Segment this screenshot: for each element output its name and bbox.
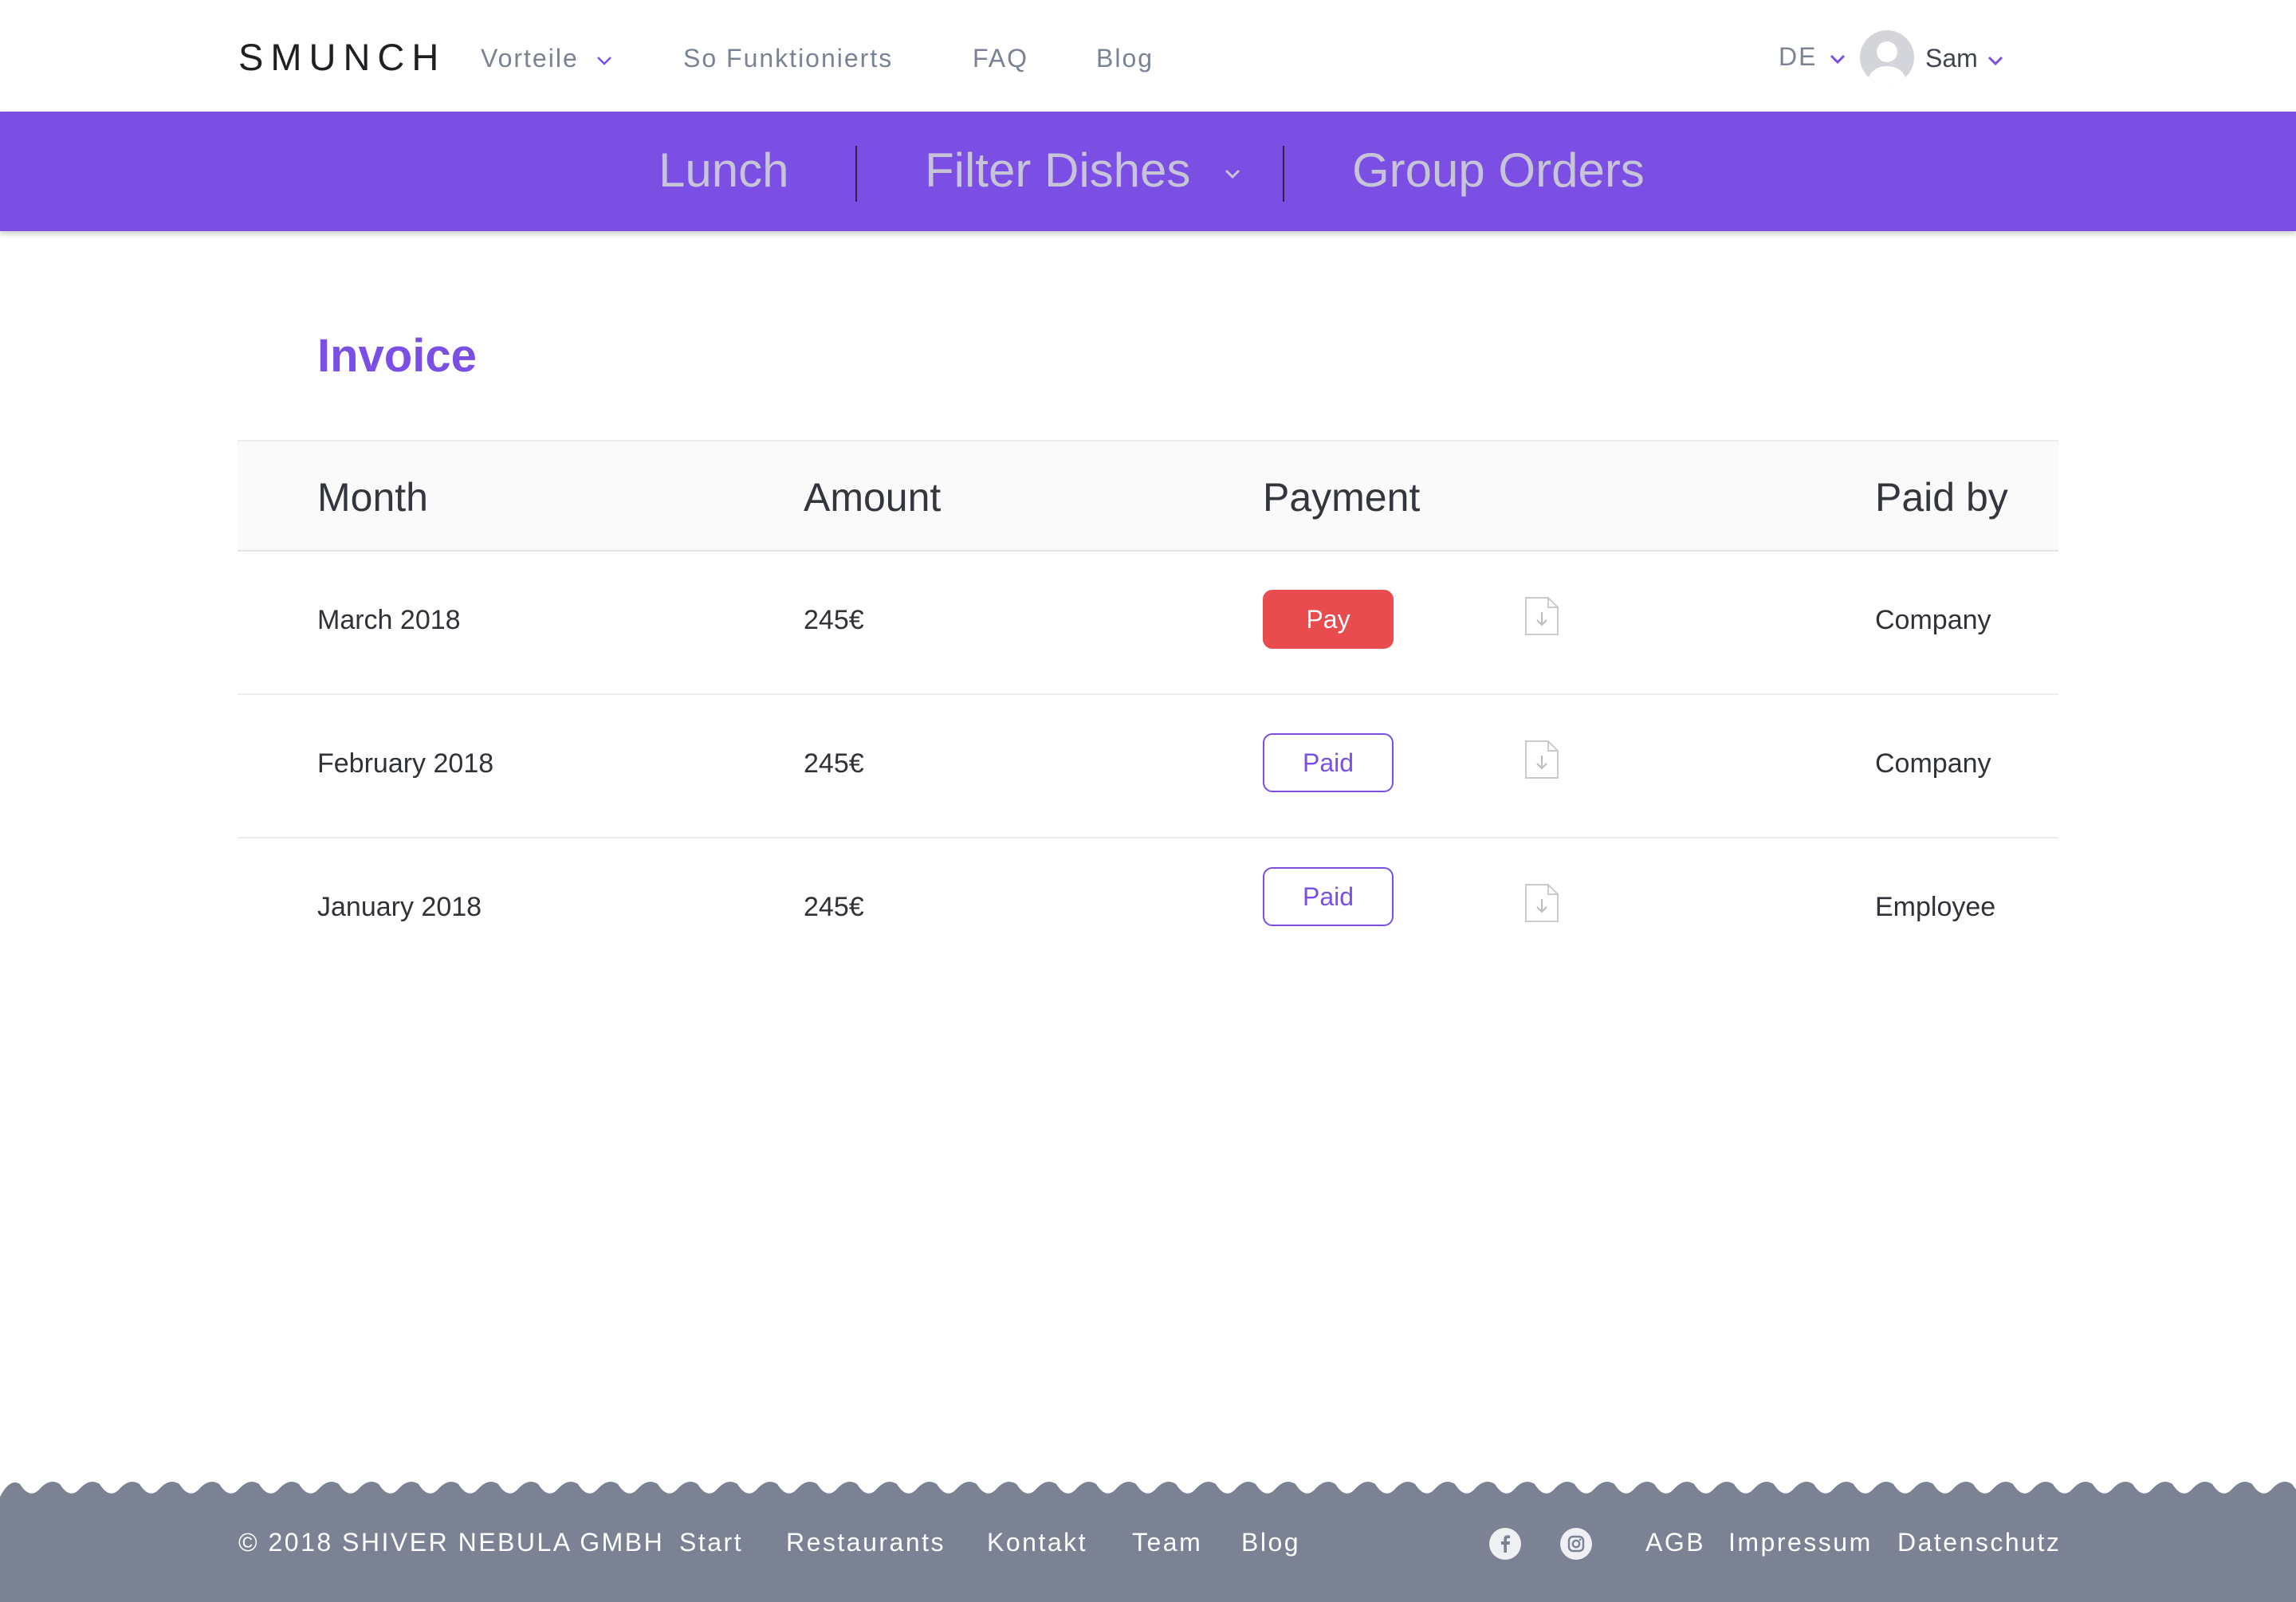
cell-month: January 2018: [317, 892, 482, 922]
footer-link-datenschutz[interactable]: Datenschutz: [1897, 1525, 2061, 1559]
user-silhouette-icon: [1860, 30, 1914, 84]
nav-blog[interactable]: Blog: [1096, 41, 1154, 75]
subnav-lunch[interactable]: Lunch: [659, 142, 788, 199]
footer-link-team[interactable]: Team: [1132, 1525, 1202, 1559]
language-selector[interactable]: DE: [1779, 40, 1846, 73]
invoice-table: Month Amount Payment Paid by March 2018 …: [238, 440, 2058, 982]
paid-button[interactable]: Paid: [1263, 733, 1394, 792]
cell-paid-by: Company: [1875, 605, 1991, 635]
user-avatar[interactable]: [1860, 30, 1914, 84]
paid-button[interactable]: Paid: [1263, 867, 1394, 926]
chevron-down-icon: [1987, 56, 2003, 65]
chevron-down-icon: [1225, 170, 1240, 179]
table-header: Month Amount Payment Paid by: [238, 440, 2058, 552]
column-header-paid-by: Paid by: [1875, 475, 2008, 520]
nav-so-funktionierts[interactable]: So Funktionierts: [683, 41, 893, 75]
cell-paid-by: Company: [1875, 748, 1991, 779]
language-label: DE: [1779, 42, 1818, 71]
download-invoice-icon[interactable]: [1524, 740, 1559, 779]
sub-navigation: Lunch Filter Dishes Group Orders: [0, 112, 2296, 231]
pay-button[interactable]: Pay: [1263, 590, 1394, 649]
page: SMUNCH Vorteile So Funktionierts FAQ Blo…: [0, 0, 2296, 1602]
table-row: February 2018 245€ Paid Company: [238, 695, 2058, 838]
cell-month: March 2018: [317, 605, 461, 635]
cell-amount: 245€: [804, 892, 864, 922]
top-navigation: SMUNCH Vorteile So Funktionierts FAQ Blo…: [0, 0, 2296, 112]
chevron-down-icon: [596, 56, 611, 65]
nav-faq[interactable]: FAQ: [973, 41, 1028, 75]
column-header-amount: Amount: [804, 475, 942, 520]
footer-link-blog[interactable]: Blog: [1241, 1525, 1300, 1559]
subnav-filter-dishes-label: Filter Dishes: [925, 143, 1191, 197]
instagram-icon[interactable]: [1560, 1528, 1592, 1560]
footer-link-kontakt[interactable]: Kontakt: [987, 1525, 1087, 1559]
subnav-filter-dishes[interactable]: Filter Dishes: [925, 142, 1242, 199]
footer-link-start[interactable]: Start: [679, 1525, 743, 1559]
subnav-group-orders[interactable]: Group Orders: [1352, 142, 1645, 199]
cell-paid-by: Employee: [1875, 892, 1996, 922]
cell-month: February 2018: [317, 748, 494, 779]
download-invoice-icon[interactable]: [1524, 596, 1559, 636]
facebook-glyph: [1501, 1535, 1510, 1553]
column-header-payment: Payment: [1263, 475, 1421, 520]
nav-vorteile[interactable]: Vorteile: [481, 41, 613, 75]
download-invoice-icon[interactable]: [1524, 883, 1559, 923]
user-name: Sam: [1925, 44, 1978, 73]
instagram-glyph: [1567, 1535, 1585, 1553]
nav-vorteile-label: Vorteile: [481, 44, 579, 73]
subnav-divider: [855, 146, 857, 202]
page-title: Invoice: [317, 330, 477, 382]
user-menu[interactable]: Sam: [1925, 41, 2004, 75]
column-header-month: Month: [317, 475, 428, 520]
footer-link-impressum[interactable]: Impressum: [1728, 1525, 1873, 1559]
cell-amount: 245€: [804, 748, 864, 779]
footer-link-agb[interactable]: AGB: [1645, 1525, 1705, 1559]
chevron-down-icon: [1830, 54, 1846, 64]
subnav-divider: [1283, 146, 1284, 202]
table-row: January 2018 245€ Paid Employee: [238, 838, 2058, 982]
footer-copyright: © 2018 SHIVER NEBULA GMBH: [238, 1528, 665, 1557]
smunch-logo[interactable]: SMUNCH: [238, 35, 446, 80]
table-row: March 2018 245€ Pay Company: [238, 552, 2058, 695]
facebook-icon[interactable]: [1489, 1528, 1521, 1560]
cell-amount: 245€: [804, 605, 864, 635]
footer-link-restaurants[interactable]: Restaurants: [786, 1525, 946, 1559]
